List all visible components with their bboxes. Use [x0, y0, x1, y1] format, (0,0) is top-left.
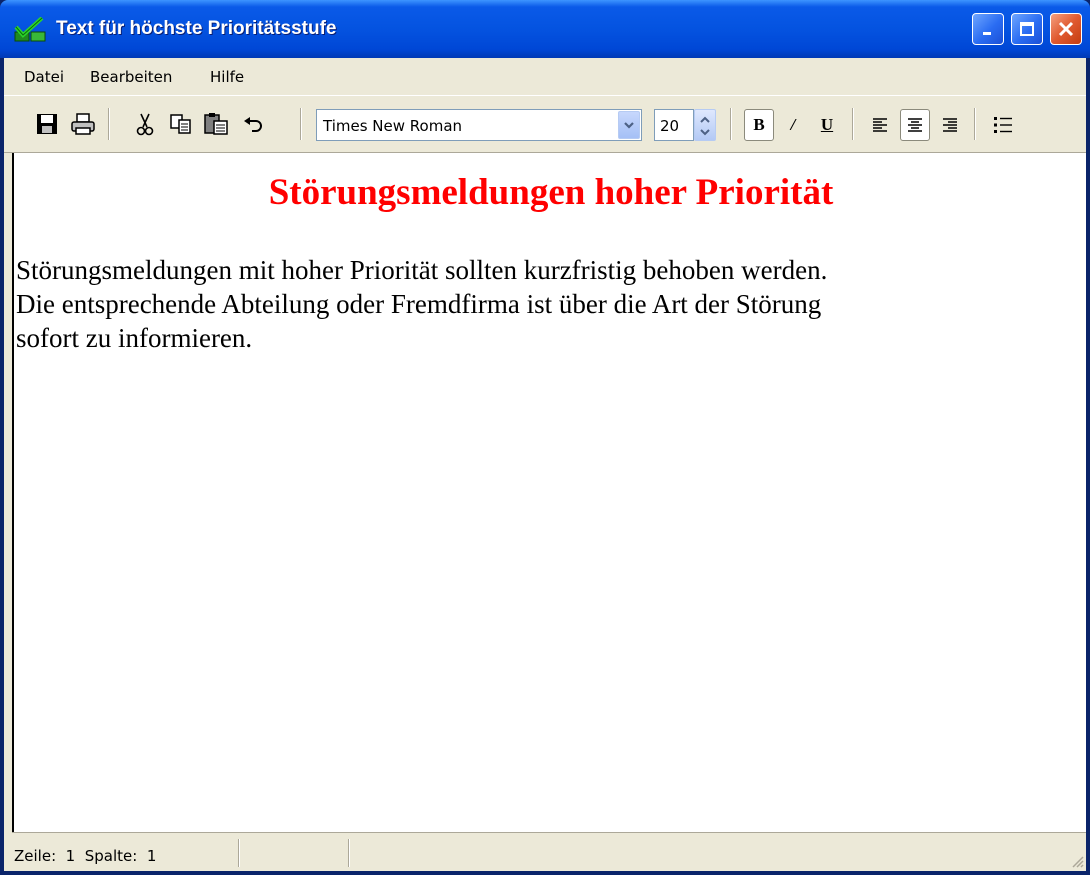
undo-button[interactable] — [238, 110, 268, 138]
menu-bar: Datei Bearbeiten Hilfe — [4, 58, 1086, 95]
font-name-select[interactable]: Times New Roman — [316, 109, 642, 141]
title-bar[interactable]: Text für höchste Prioritätsstufe — [0, 0, 1090, 58]
italic-button[interactable]: / — [778, 109, 808, 141]
cut-icon — [136, 113, 154, 136]
minimize-icon — [983, 32, 991, 35]
maximize-button[interactable] — [1011, 13, 1043, 45]
toolbar-separator — [108, 108, 110, 140]
align-center-icon — [908, 118, 922, 132]
paste-icon — [204, 113, 228, 135]
document-line: Die entsprechende Abteilung oder Fremdfi… — [16, 289, 822, 319]
bullet-list-icon — [994, 117, 1012, 133]
document-line: sofort zu informieren. — [16, 323, 253, 353]
close-icon — [1058, 21, 1074, 37]
align-center-button[interactable] — [900, 109, 930, 141]
copy-icon — [170, 114, 191, 134]
toolbar-separator — [974, 108, 976, 140]
menu-hilfe[interactable]: Hilfe — [210, 68, 244, 86]
font-size-value: 20 — [660, 117, 680, 135]
bullet-list-button[interactable] — [988, 109, 1018, 141]
document-line: Störungsmeldungen mit hoher Priorität so… — [16, 255, 828, 285]
minimize-button[interactable] — [972, 13, 1004, 45]
column-value: 1 — [146, 847, 157, 865]
chevron-down-icon[interactable] — [618, 111, 640, 139]
status-bar: Zeile: 1 Spalte: 1 — [12, 832, 1086, 871]
rich-text-editor[interactable]: Störungsmeldungen hoher Priorität Störun… — [12, 153, 1086, 832]
cursor-position: Zeile: 1 Spalte: 1 — [14, 847, 156, 865]
maximize-icon — [1020, 22, 1034, 36]
line-value: 1 — [65, 847, 76, 865]
toolbar-separator — [852, 108, 854, 140]
copy-button[interactable] — [166, 110, 196, 138]
align-left-icon — [873, 118, 887, 132]
window-client: Datei Bearbeiten Hilfe Times New Roman 2… — [4, 58, 1086, 871]
resize-grip-icon[interactable] — [1070, 854, 1084, 868]
print-button[interactable] — [68, 110, 98, 138]
font-size-input[interactable]: 20 — [654, 109, 694, 141]
menu-datei[interactable]: Datei — [24, 68, 64, 86]
font-name-value: Times New Roman — [323, 117, 463, 135]
toolbar-separator — [300, 108, 302, 140]
close-button[interactable] — [1050, 13, 1082, 45]
document-body: Störungsmeldungen mit hoher Priorität so… — [16, 253, 1086, 355]
toolbar-separator — [730, 108, 732, 140]
status-divider — [238, 839, 240, 867]
status-divider — [348, 839, 350, 867]
window-title: Text für höchste Prioritätsstufe — [56, 18, 337, 39]
save-button[interactable] — [32, 110, 62, 138]
checkmark-app-icon — [14, 16, 46, 43]
line-label: Zeile: — [14, 847, 57, 865]
undo-icon — [244, 117, 262, 132]
spin-down-icon[interactable] — [699, 126, 711, 138]
column-label: Spalte: — [84, 847, 138, 865]
paste-button[interactable] — [202, 110, 232, 138]
font-size-spinner[interactable] — [694, 109, 716, 141]
spin-up-icon[interactable] — [699, 113, 711, 125]
app-window: Text für höchste Prioritätsstufe Datei B… — [0, 0, 1090, 875]
menu-bearbeiten[interactable]: Bearbeiten — [90, 68, 172, 86]
align-right-icon — [943, 118, 957, 132]
bold-button[interactable]: B — [744, 109, 774, 141]
document-heading: Störungsmeldungen hoher Priorität — [268, 172, 834, 213]
cut-button[interactable] — [130, 110, 160, 138]
toolbar: Times New Roman 20 B / U — [4, 95, 1086, 153]
align-right-button[interactable] — [934, 109, 964, 141]
print-icon — [71, 113, 95, 135]
save-icon — [37, 114, 57, 134]
underline-button[interactable]: U — [812, 109, 842, 141]
align-left-button[interactable] — [866, 109, 896, 141]
